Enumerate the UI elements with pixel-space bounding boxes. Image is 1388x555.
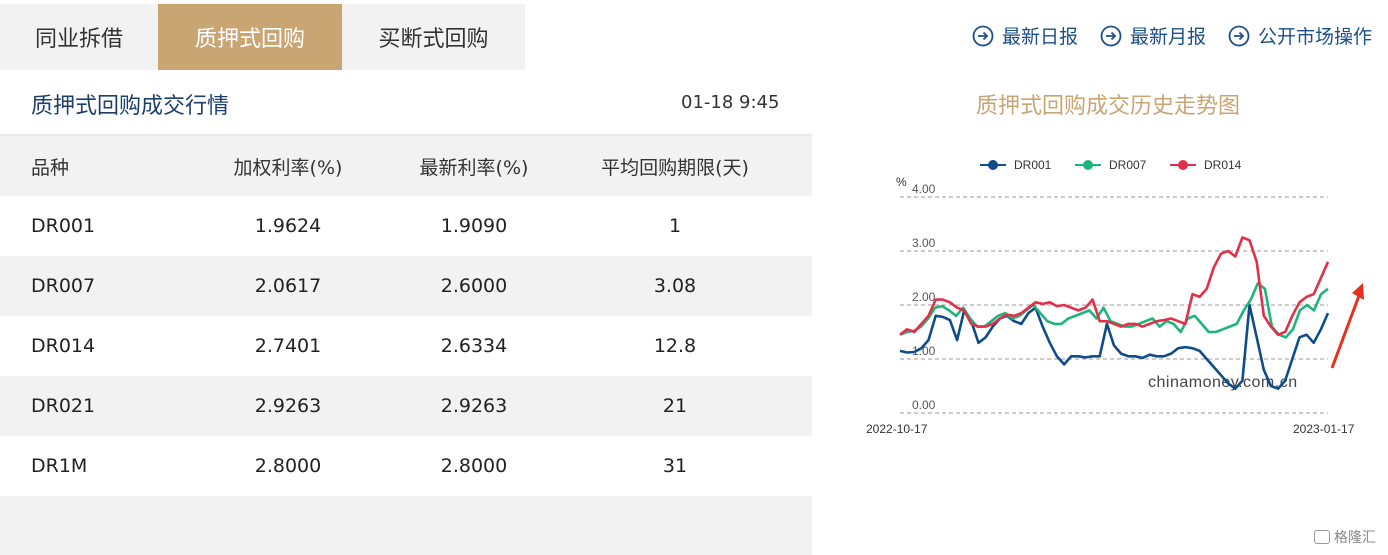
table-row: DR014 2.7401 2.6334 12.8 — [0, 316, 812, 376]
x-axis-end-label: 2023-01-17 — [1293, 422, 1355, 436]
y-tick-label: 2.00 — [912, 290, 936, 304]
y-tick-label: 0.00 — [912, 398, 936, 412]
repo-quote-table: 品种 加权利率(%) 最新利率(%) 平均回购期限(天) DR001 1.962… — [0, 136, 812, 496]
x-axis-start-label: 2022-10-17 — [866, 422, 928, 436]
tab-bar: 同业拆借 质押式回购 买断式回购 — [0, 4, 525, 70]
y-tick-label: 4.00 — [912, 182, 936, 196]
arrow-circle-icon — [1228, 25, 1250, 46]
annotation-arrow-shaft — [1330, 292, 1362, 369]
table-row: DR021 2.9263 2.9263 21 — [0, 376, 812, 436]
cell-weighted-rate: 1.9624 — [254, 215, 322, 237]
cell-weighted-rate: 2.0617 — [254, 275, 322, 297]
quick-links: 最新日报 最新月报 公开市场操作 — [972, 22, 1372, 49]
arrow-circle-icon — [1100, 25, 1122, 46]
legend-label: DR014 — [1204, 158, 1242, 172]
legend-swatch-dot — [988, 160, 998, 170]
section-title: 质押式回购成交行情 — [31, 94, 230, 119]
legend-swatch-dot — [1083, 160, 1093, 170]
tab-pledged-repo[interactable]: 质押式回购 — [158, 4, 342, 70]
table-header-row: 品种 加权利率(%) 最新利率(%) 平均回购期限(天) — [0, 136, 812, 196]
series-line-dr014 — [899, 236, 1330, 336]
cell-avg-term: 12.8 — [653, 335, 697, 357]
cell-latest-rate: 2.8000 — [440, 455, 508, 477]
legend-label: DR007 — [1109, 158, 1147, 172]
cell-weighted-rate: 2.7401 — [254, 335, 322, 357]
y-axis-unit: % — [896, 175, 907, 189]
cell-weighted-rate: 2.9263 — [254, 395, 322, 417]
link-latest-monthly[interactable]: 最新月报 — [1100, 22, 1206, 49]
cell-latest-rate: 2.9263 — [440, 395, 508, 417]
table-row: DR1M 2.8000 2.8000 31 — [0, 436, 812, 496]
table-row: DR007 2.0617 2.6000 3.08 — [0, 256, 812, 316]
cell-avg-term: 1 — [668, 215, 682, 237]
header-avg-term: 平均回购期限(天) — [601, 156, 749, 179]
header-variety: 品种 — [31, 156, 70, 179]
link-label: 公开市场操作 — [1257, 26, 1372, 48]
link-open-market-operations[interactable]: 公开市场操作 — [1228, 22, 1372, 49]
cell-variety: DR007 — [31, 275, 96, 297]
cell-latest-rate: 2.6000 — [440, 275, 508, 297]
link-latest-daily[interactable]: 最新日报 — [972, 22, 1078, 49]
cell-variety: DR001 — [31, 215, 96, 237]
cell-avg-term: 3.08 — [653, 275, 697, 297]
table-row: DR001 1.9624 1.9090 1 — [0, 196, 812, 256]
cell-variety: DR1M — [31, 455, 88, 477]
cell-variety: DR014 — [31, 335, 96, 357]
tab-outright-repo[interactable]: 买断式回购 — [342, 4, 525, 70]
section-timestamp: 01-18 9:45 — [681, 92, 780, 113]
arrow-circle-icon — [972, 25, 994, 46]
legend-label: DR001 — [1014, 158, 1052, 172]
cell-latest-rate: 2.6334 — [440, 335, 508, 357]
cell-weighted-rate: 2.8000 — [254, 455, 322, 477]
cell-avg-term: 21 — [662, 395, 688, 417]
logo-icon — [1314, 530, 1330, 544]
link-label: 最新月报 — [1129, 26, 1206, 48]
header-weighted-rate: 加权利率(%) — [233, 156, 343, 179]
watermark-badge: 格隆汇 — [1314, 527, 1376, 547]
header-latest-rate: 最新利率(%) — [419, 156, 529, 179]
y-tick-label: 3.00 — [912, 236, 936, 250]
link-label: 最新日报 — [1001, 26, 1078, 48]
tab-interbank-lending[interactable]: 同业拆借 — [0, 4, 158, 70]
table-empty-row — [0, 496, 812, 555]
legend-swatch-dot — [1178, 160, 1188, 170]
chart-title: 质押式回购成交历史走势图 — [975, 94, 1240, 119]
badge-text: 格隆汇 — [1334, 530, 1376, 546]
cell-avg-term: 31 — [662, 455, 688, 477]
cell-latest-rate: 1.9090 — [440, 215, 508, 237]
rate-history-chart: % 4.003.002.001.000.00chinamoney.com.cnDR… — [866, 158, 1364, 436]
cell-variety: DR021 — [31, 395, 96, 417]
